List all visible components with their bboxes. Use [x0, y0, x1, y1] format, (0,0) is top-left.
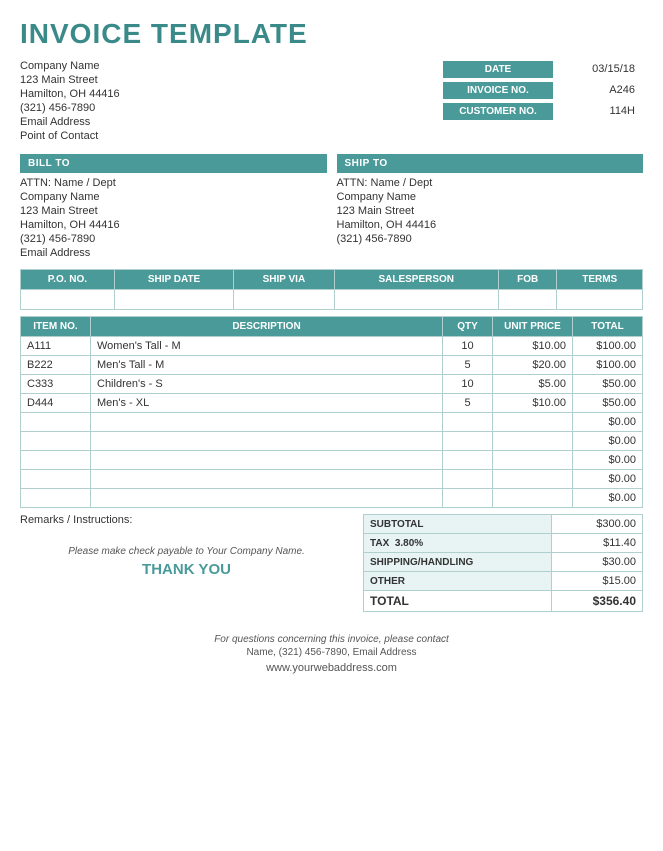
sender-contact: Point of Contact [20, 130, 120, 142]
subtotal-row: SUBTOTAL $300.00 [364, 515, 643, 534]
bill-company: Company Name [20, 191, 327, 203]
bottom-section: Remarks / Instructions: Please make chec… [20, 514, 643, 618]
sender-info: Company Name 123 Main Street Hamilton, O… [20, 60, 120, 144]
subtotal-value: $300.00 [551, 515, 642, 534]
other-row: OTHER $15.00 [364, 572, 643, 591]
ship-city: Hamilton, OH 44416 [337, 219, 644, 231]
table-row: D444 Men's - XL 5 $10.00 $50.00 [21, 394, 643, 413]
shipping-label: SHIPPING/HANDLING [364, 553, 552, 572]
payment-note: Please make check payable to Your Compan… [20, 546, 353, 557]
subtotal-label: SUBTOTAL [364, 515, 552, 534]
bill-street: 123 Main Street [20, 205, 327, 217]
sender-company: Company Name [20, 60, 120, 72]
ship-attn: ATTN: Name / Dept [337, 177, 644, 189]
table-row: $0.00 [21, 489, 643, 508]
footer-website: www.yourwebaddress.com [20, 662, 643, 674]
invoice-meta: DATE 03/15/18 INVOICE NO. A246 CUSTOMER … [443, 60, 643, 144]
table-row: $0.00 [21, 451, 643, 470]
bill-to-header: BILL TO [20, 154, 327, 173]
ship-phone: (321) 456-7890 [337, 233, 644, 245]
tax-row: TAX 3.80% $11.40 [364, 534, 643, 553]
po-header-3: SALESPERSON [334, 270, 498, 290]
sender-city: Hamilton, OH 44416 [20, 88, 120, 100]
po-table: P.O. NO. SHIP DATE SHIP VIA SALESPERSON … [20, 269, 643, 310]
item-header-total: TOTAL [573, 317, 643, 337]
footer: For questions concerning this invoice, p… [20, 634, 643, 674]
customer-no-row: CUSTOMER NO. 114H [443, 102, 643, 120]
po-header-2: SHIP VIA [234, 270, 334, 290]
po-header-1: SHIP DATE [114, 270, 233, 290]
po-header-4: FOB [498, 270, 557, 290]
po-header-5: TERMS [557, 270, 643, 290]
po-header-0: P.O. NO. [21, 270, 115, 290]
ship-company: Company Name [337, 191, 644, 203]
bill-email: Email Address [20, 247, 327, 259]
customer-value: 114H [553, 102, 643, 120]
shipping-value: $30.00 [551, 553, 642, 572]
invoice-no-row: INVOICE NO. A246 [443, 81, 643, 99]
date-row: DATE 03/15/18 [443, 60, 643, 78]
table-row: $0.00 [21, 413, 643, 432]
customer-label: CUSTOMER NO. [443, 103, 553, 120]
total-label: TOTAL [364, 591, 552, 612]
totals-table: SUBTOTAL $300.00 TAX 3.80% $11.40 SHIPPI… [363, 514, 643, 612]
ship-street: 123 Main Street [337, 205, 644, 217]
ship-to-header: SHIP TO [337, 154, 644, 173]
table-row: C333 Children's - S 10 $5.00 $50.00 [21, 375, 643, 394]
bill-city: Hamilton, OH 44416 [20, 219, 327, 231]
bill-to-section: BILL TO ATTN: Name / Dept Company Name 1… [20, 154, 327, 261]
item-header-qty: QTY [443, 317, 493, 337]
po-row [21, 290, 643, 310]
table-row: B222 Men's Tall - M 5 $20.00 $100.00 [21, 356, 643, 375]
total-value: $356.40 [551, 591, 642, 612]
tax-value: $11.40 [551, 534, 642, 553]
footer-line1: For questions concerning this invoice, p… [20, 634, 643, 645]
remarks-label: Remarks / Instructions: [20, 514, 353, 526]
item-header-no: ITEM NO. [21, 317, 91, 337]
totals-col: SUBTOTAL $300.00 TAX 3.80% $11.40 SHIPPI… [363, 514, 643, 618]
ship-to-section: SHIP TO ATTN: Name / Dept Company Name 1… [337, 154, 644, 261]
table-row: $0.00 [21, 432, 643, 451]
total-row: TOTAL $356.40 [364, 591, 643, 612]
other-value: $15.00 [551, 572, 642, 591]
table-row: $0.00 [21, 470, 643, 489]
thank-you: THANK YOU [20, 561, 353, 578]
bill-phone: (321) 456-7890 [20, 233, 327, 245]
sender-phone: (321) 456-7890 [20, 102, 120, 114]
sender-street: 123 Main Street [20, 74, 120, 86]
other-label: OTHER [364, 572, 552, 591]
date-label: DATE [443, 61, 553, 78]
item-header-unit: UNIT PRICE [493, 317, 573, 337]
tax-label: TAX 3.80% [364, 534, 552, 553]
date-value: 03/15/18 [553, 60, 643, 78]
remarks-col: Remarks / Instructions: Please make chec… [20, 514, 363, 618]
item-header-desc: DESCRIPTION [91, 317, 443, 337]
bill-attn: ATTN: Name / Dept [20, 177, 327, 189]
invoice-label: INVOICE NO. [443, 82, 553, 99]
invoice-title: INVOICE TEMPLATE [20, 18, 643, 50]
items-table: ITEM NO. DESCRIPTION QTY UNIT PRICE TOTA… [20, 316, 643, 508]
footer-line2: Name, (321) 456-7890, Email Address [20, 647, 643, 658]
sender-email: Email Address [20, 116, 120, 128]
shipping-row: SHIPPING/HANDLING $30.00 [364, 553, 643, 572]
invoice-value: A246 [553, 81, 643, 99]
table-row: A111 Women's Tall - M 10 $10.00 $100.00 [21, 337, 643, 356]
